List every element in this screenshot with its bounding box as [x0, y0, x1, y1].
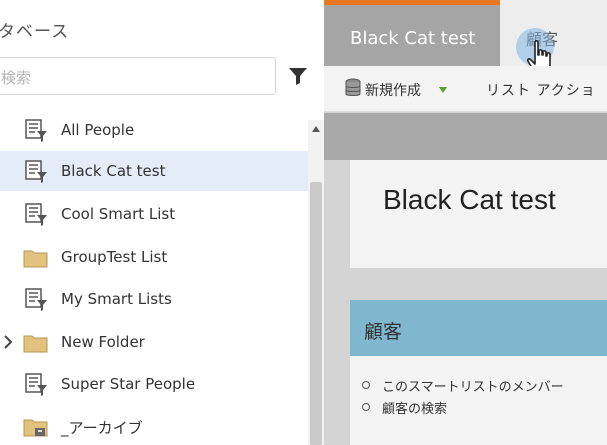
tree-item-grouptest-list[interactable]: GroupTest List	[0, 237, 308, 277]
page-title: Black Cat test	[383, 184, 556, 215]
tree-item-label: Black Cat test	[61, 162, 166, 180]
tree-item-my-smart-lists[interactable]: My Smart Lists	[0, 279, 308, 319]
tree-item-archive[interactable]: _アーカイブ	[0, 406, 308, 445]
list-actions-button[interactable]: リスト アクショ	[486, 80, 596, 100]
tree-item-label: GroupTest List	[61, 248, 168, 266]
detail-area: Black Cat test 顧客 このスマートリストのメンバー 顧客の検索	[350, 160, 607, 445]
tab-black-cat-test[interactable]: Black Cat test	[324, 0, 500, 66]
database-icon	[345, 78, 361, 96]
chevron-right-icon[interactable]	[3, 335, 13, 349]
smart-list-icon	[25, 373, 47, 396]
folder-icon	[23, 335, 48, 353]
scroll-up-arrow-icon[interactable]	[312, 126, 320, 132]
filter-icon[interactable]	[288, 66, 308, 86]
tree-item-black-cat-test[interactable]: Black Cat test	[0, 151, 308, 191]
section-title: 顧客	[364, 321, 403, 343]
bullet-circle-icon	[362, 403, 370, 411]
tree-scrollbar[interactable]	[308, 120, 324, 445]
smart-list-icon	[25, 160, 47, 183]
link-text[interactable]: このスマートリストのメンバー	[382, 376, 564, 395]
caret-down-icon	[439, 87, 447, 93]
customers-section: 顧客 このスマートリストのメンバー 顧客の検索	[350, 300, 607, 445]
toolbar: 新規作成 リスト アクショ	[324, 66, 607, 112]
tree-item-all-people[interactable]: All People	[0, 110, 308, 150]
tree-list: All People Black Cat test Cool Smart Lis	[0, 110, 308, 445]
archive-folder-icon	[23, 419, 48, 437]
search-input[interactable]: 検索	[0, 57, 276, 95]
link-text[interactable]: 顧客の検索	[382, 398, 447, 417]
section-header: 顧客	[350, 300, 607, 356]
header-band	[324, 113, 607, 160]
bullet-circle-icon	[362, 381, 370, 389]
tab-strip: Black Cat test 顧客	[324, 0, 607, 76]
tree-item-label: Cool Smart List	[61, 205, 176, 223]
smart-list-icon	[25, 203, 47, 226]
tree-item-label: Super Star People	[61, 375, 196, 393]
tree-item-label: All People	[61, 121, 135, 139]
right-panel: Black Cat test 顧客 新規作成 リスト アクショ Black Ca…	[324, 0, 607, 445]
tree-item-super-star-people[interactable]: Super Star People	[0, 364, 308, 404]
tree-item-label: _アーカイブ	[61, 419, 143, 437]
folder-icon	[23, 250, 48, 268]
left-panel: タベース 検索 All People Black Cat test Cool S…	[0, 0, 324, 445]
tree-item-cool-smart-list[interactable]: Cool Smart List	[0, 194, 308, 234]
tab-label: Black Cat test	[350, 28, 476, 49]
scroll-thumb[interactable]	[310, 182, 322, 445]
panel-title: タベース	[0, 22, 70, 42]
title-card: Black Cat test	[350, 160, 607, 268]
tree-item-label: My Smart Lists	[61, 290, 172, 308]
tree-item-new-folder[interactable]: New Folder	[0, 322, 308, 362]
tree-item-label: New Folder	[61, 333, 145, 351]
smart-list-icon	[25, 119, 47, 142]
smart-list-icon	[25, 288, 47, 311]
new-button-label: 新規作成	[365, 83, 421, 99]
search-placeholder: 検索	[1, 69, 32, 87]
